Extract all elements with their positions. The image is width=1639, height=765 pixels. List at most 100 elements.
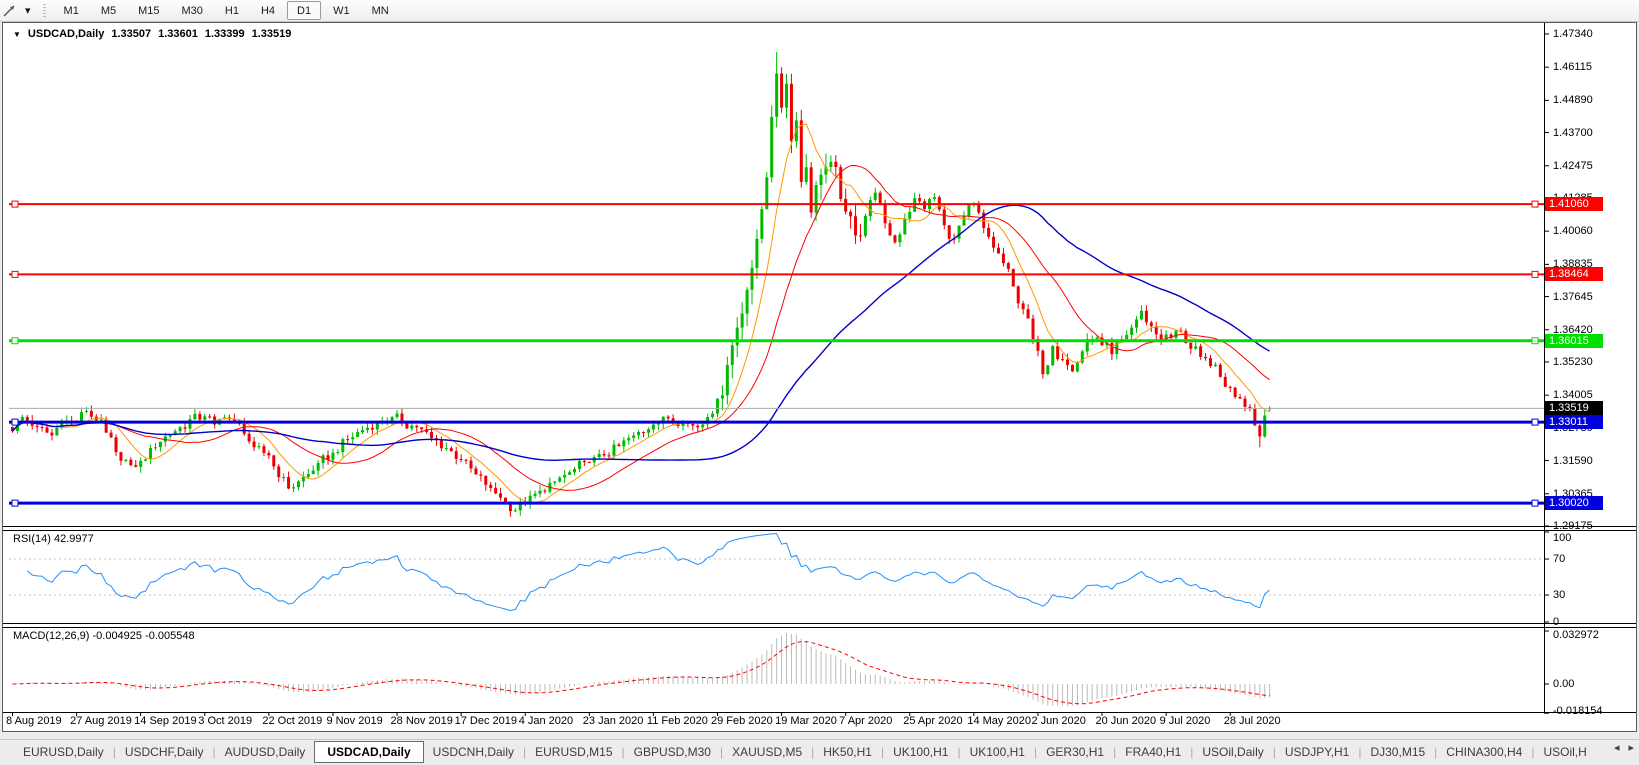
chart-tab-uk100-h1[interactable]: UK100,H1	[884, 742, 957, 762]
price-rsi-splitter[interactable]	[3, 526, 1636, 527]
chart-tab-dj30-m15[interactable]: DJ30,M15	[1361, 742, 1434, 762]
chart-tab-usoil-daily[interactable]: USOil,Daily	[1193, 742, 1272, 762]
rsi-line	[27, 534, 1269, 611]
price-axis-tick: 1.44890	[1553, 94, 1593, 107]
chart-tab-audusd-daily[interactable]: AUDUSD,Daily	[216, 742, 315, 762]
tab-scroll-left-icon[interactable]: ◂	[1614, 741, 1620, 754]
price-axis-tick: 1.31590	[1553, 455, 1593, 468]
chart-plot	[3, 23, 1636, 731]
rsi-name: RSI(14)	[13, 533, 51, 545]
date-axis-tick: 22 Oct 2019	[262, 715, 322, 728]
date-axis-tick: 7 Apr 2020	[839, 715, 892, 728]
ohlc-open: 1.33507	[111, 28, 151, 40]
date-axis-tick: 2 Jun 2020	[1031, 715, 1085, 728]
price-axis-tick: 1.43700	[1553, 127, 1593, 140]
chart-tab-china300-h4[interactable]: CHINA300,H4	[1437, 742, 1531, 762]
chart-tab-usdcad-daily[interactable]: USDCAD,Daily	[314, 741, 423, 763]
price-axis-tick: 1.46115	[1553, 61, 1592, 74]
tab-scroll-arrows: ◂ ▸	[1614, 741, 1634, 754]
macd-main-value: -0.004925	[92, 630, 142, 642]
chart-tab-ger30-h1[interactable]: GER30,H1	[1037, 742, 1113, 762]
current-price-label: 1.33519	[1545, 401, 1603, 415]
price-axis-tick: 1.40060	[1553, 225, 1593, 238]
symbol-dropdown-arrow-icon[interactable]: ▼	[13, 30, 21, 39]
ohlc-low: 1.33399	[205, 28, 245, 40]
chart-tab-usdjpy-h1[interactable]: USDJPY,H1	[1276, 742, 1358, 762]
date-axis-tick: 4 Jan 2020	[519, 715, 573, 728]
date-axis-tick: 28 Nov 2019	[391, 715, 453, 728]
chart-tab-hk50-h1[interactable]: HK50,H1	[814, 742, 881, 762]
price-axis-tick: 1.35230	[1553, 356, 1593, 369]
timeframe-button-m5[interactable]: M5	[91, 1, 126, 20]
date-axis-line	[3, 712, 1636, 713]
chart-tab-xauusd-m5[interactable]: XAUUSD,M5	[723, 742, 811, 762]
timeframe-button-w1[interactable]: W1	[323, 1, 360, 20]
chart-tab-fra40-h1[interactable]: FRA40,H1	[1116, 742, 1190, 762]
date-axis-tick: 9 Nov 2019	[326, 715, 382, 728]
draw-tool-icon[interactable]	[2, 3, 19, 19]
date-axis-tick: 14 Sep 2019	[134, 715, 196, 728]
date-axis-tick: 28 Jul 2020	[1224, 715, 1281, 728]
level-price-label: 1.38464	[1545, 267, 1603, 281]
timeframe-toolbar: ▾ M1M5M15M30H1H4D1W1MN	[0, 0, 1639, 22]
timeframe-button-h1[interactable]: H1	[215, 1, 249, 20]
chart-tab-gbpusd-m30[interactable]: GBPUSD,M30	[625, 742, 720, 762]
date-axis-tick: 20 Jun 2020	[1096, 715, 1157, 728]
macd-axis-tick: 0.032972	[1553, 629, 1599, 642]
macd-panel-top-border	[3, 627, 1636, 628]
macd-axis-tick: 0.00	[1553, 678, 1574, 691]
date-axis-tick: 19 Mar 2020	[775, 715, 837, 728]
chart-window: ▼ USDCAD,Daily 1.33507 1.33601 1.33399 1…	[2, 22, 1637, 732]
timeframe-button-h4[interactable]: H4	[251, 1, 285, 20]
ma-fast-line	[13, 124, 1270, 502]
macd-histogram	[13, 633, 1270, 706]
tab-scroll-right-icon[interactable]: ▸	[1628, 741, 1634, 754]
rsi-value: 42.9977	[54, 533, 94, 545]
price-axis-tick: 1.34005	[1553, 389, 1593, 402]
chart-symbol-label: USDCAD,Daily	[28, 28, 104, 40]
date-axis-tick: 9 Jul 2020	[1160, 715, 1211, 728]
macd-axis-tick: -0.018154	[1553, 705, 1603, 718]
date-axis-tick: 23 Jan 2020	[583, 715, 644, 728]
level-price-label: 1.30020	[1545, 496, 1603, 510]
macd-name: MACD(12,26,9)	[13, 630, 89, 642]
price-axis-tick: 1.42475	[1553, 160, 1593, 173]
timeframe-buttons: M1M5M15M30H1H4D1W1MN	[53, 1, 400, 20]
ohlc-high: 1.33601	[158, 28, 198, 40]
chart-tab-eurusd-daily[interactable]: EURUSD,Daily	[14, 742, 113, 762]
chart-tab-bar: EURUSD,Daily|USDCHF,Daily|AUDUSD,DailyUS…	[0, 739, 1639, 763]
rsi-axis-tick: 100	[1553, 532, 1571, 545]
date-axis-tick: 11 Feb 2020	[647, 715, 708, 728]
date-axis-tick: 3 Oct 2019	[198, 715, 252, 728]
chart-tab-usoil-h[interactable]: USOil,H	[1534, 742, 1595, 762]
trendline-icon	[2, 3, 19, 19]
macd-signal-line	[13, 642, 1270, 704]
price-axis-tick: 1.37645	[1553, 291, 1593, 304]
timeframe-button-m1[interactable]: M1	[54, 1, 89, 20]
level-price-label: 1.36015	[1545, 334, 1603, 348]
rsi-macd-splitter[interactable]	[3, 623, 1636, 624]
chart-tab-eurusd-m15[interactable]: EURUSD,M15	[526, 742, 621, 762]
price-axis-line	[1544, 23, 1545, 712]
timeframe-button-m15[interactable]: M15	[128, 1, 169, 20]
chart-tab-usdchf-daily[interactable]: USDCHF,Daily	[116, 742, 213, 762]
level-price-label: 1.41060	[1545, 197, 1603, 211]
date-axis-tick: 14 May 2020	[967, 715, 1031, 728]
rsi-axis-tick: 70	[1553, 553, 1565, 566]
rsi-axis-tick: 0	[1553, 616, 1559, 629]
chart-header: ▼ USDCAD,Daily 1.33507 1.33601 1.33399 1…	[13, 28, 291, 40]
timeframe-button-d1[interactable]: D1	[287, 1, 321, 20]
date-axis-tick: 27 Aug 2019	[70, 715, 132, 728]
chart-tab-uk100-h1[interactable]: UK100,H1	[961, 742, 1034, 762]
rsi-axis-tick: 30	[1553, 589, 1565, 602]
draw-tool-dropdown-arrow-icon[interactable]: ▾	[20, 1, 36, 20]
rsi-panel-top-border	[3, 530, 1636, 531]
timeframe-button-mn[interactable]: MN	[362, 1, 399, 20]
toolbar-grip[interactable]	[43, 4, 46, 18]
date-axis-tick: 29 Feb 2020	[711, 715, 773, 728]
timeframe-button-m30[interactable]: M30	[172, 1, 213, 20]
chart-tab-usdcnh-daily[interactable]: USDCNH,Daily	[424, 742, 523, 762]
level-price-label: 1.33011	[1545, 415, 1603, 429]
macd-indicator-label: MACD(12,26,9) -0.004925 -0.005548	[13, 630, 195, 642]
date-axis-tick: 17 Dec 2019	[455, 715, 517, 728]
